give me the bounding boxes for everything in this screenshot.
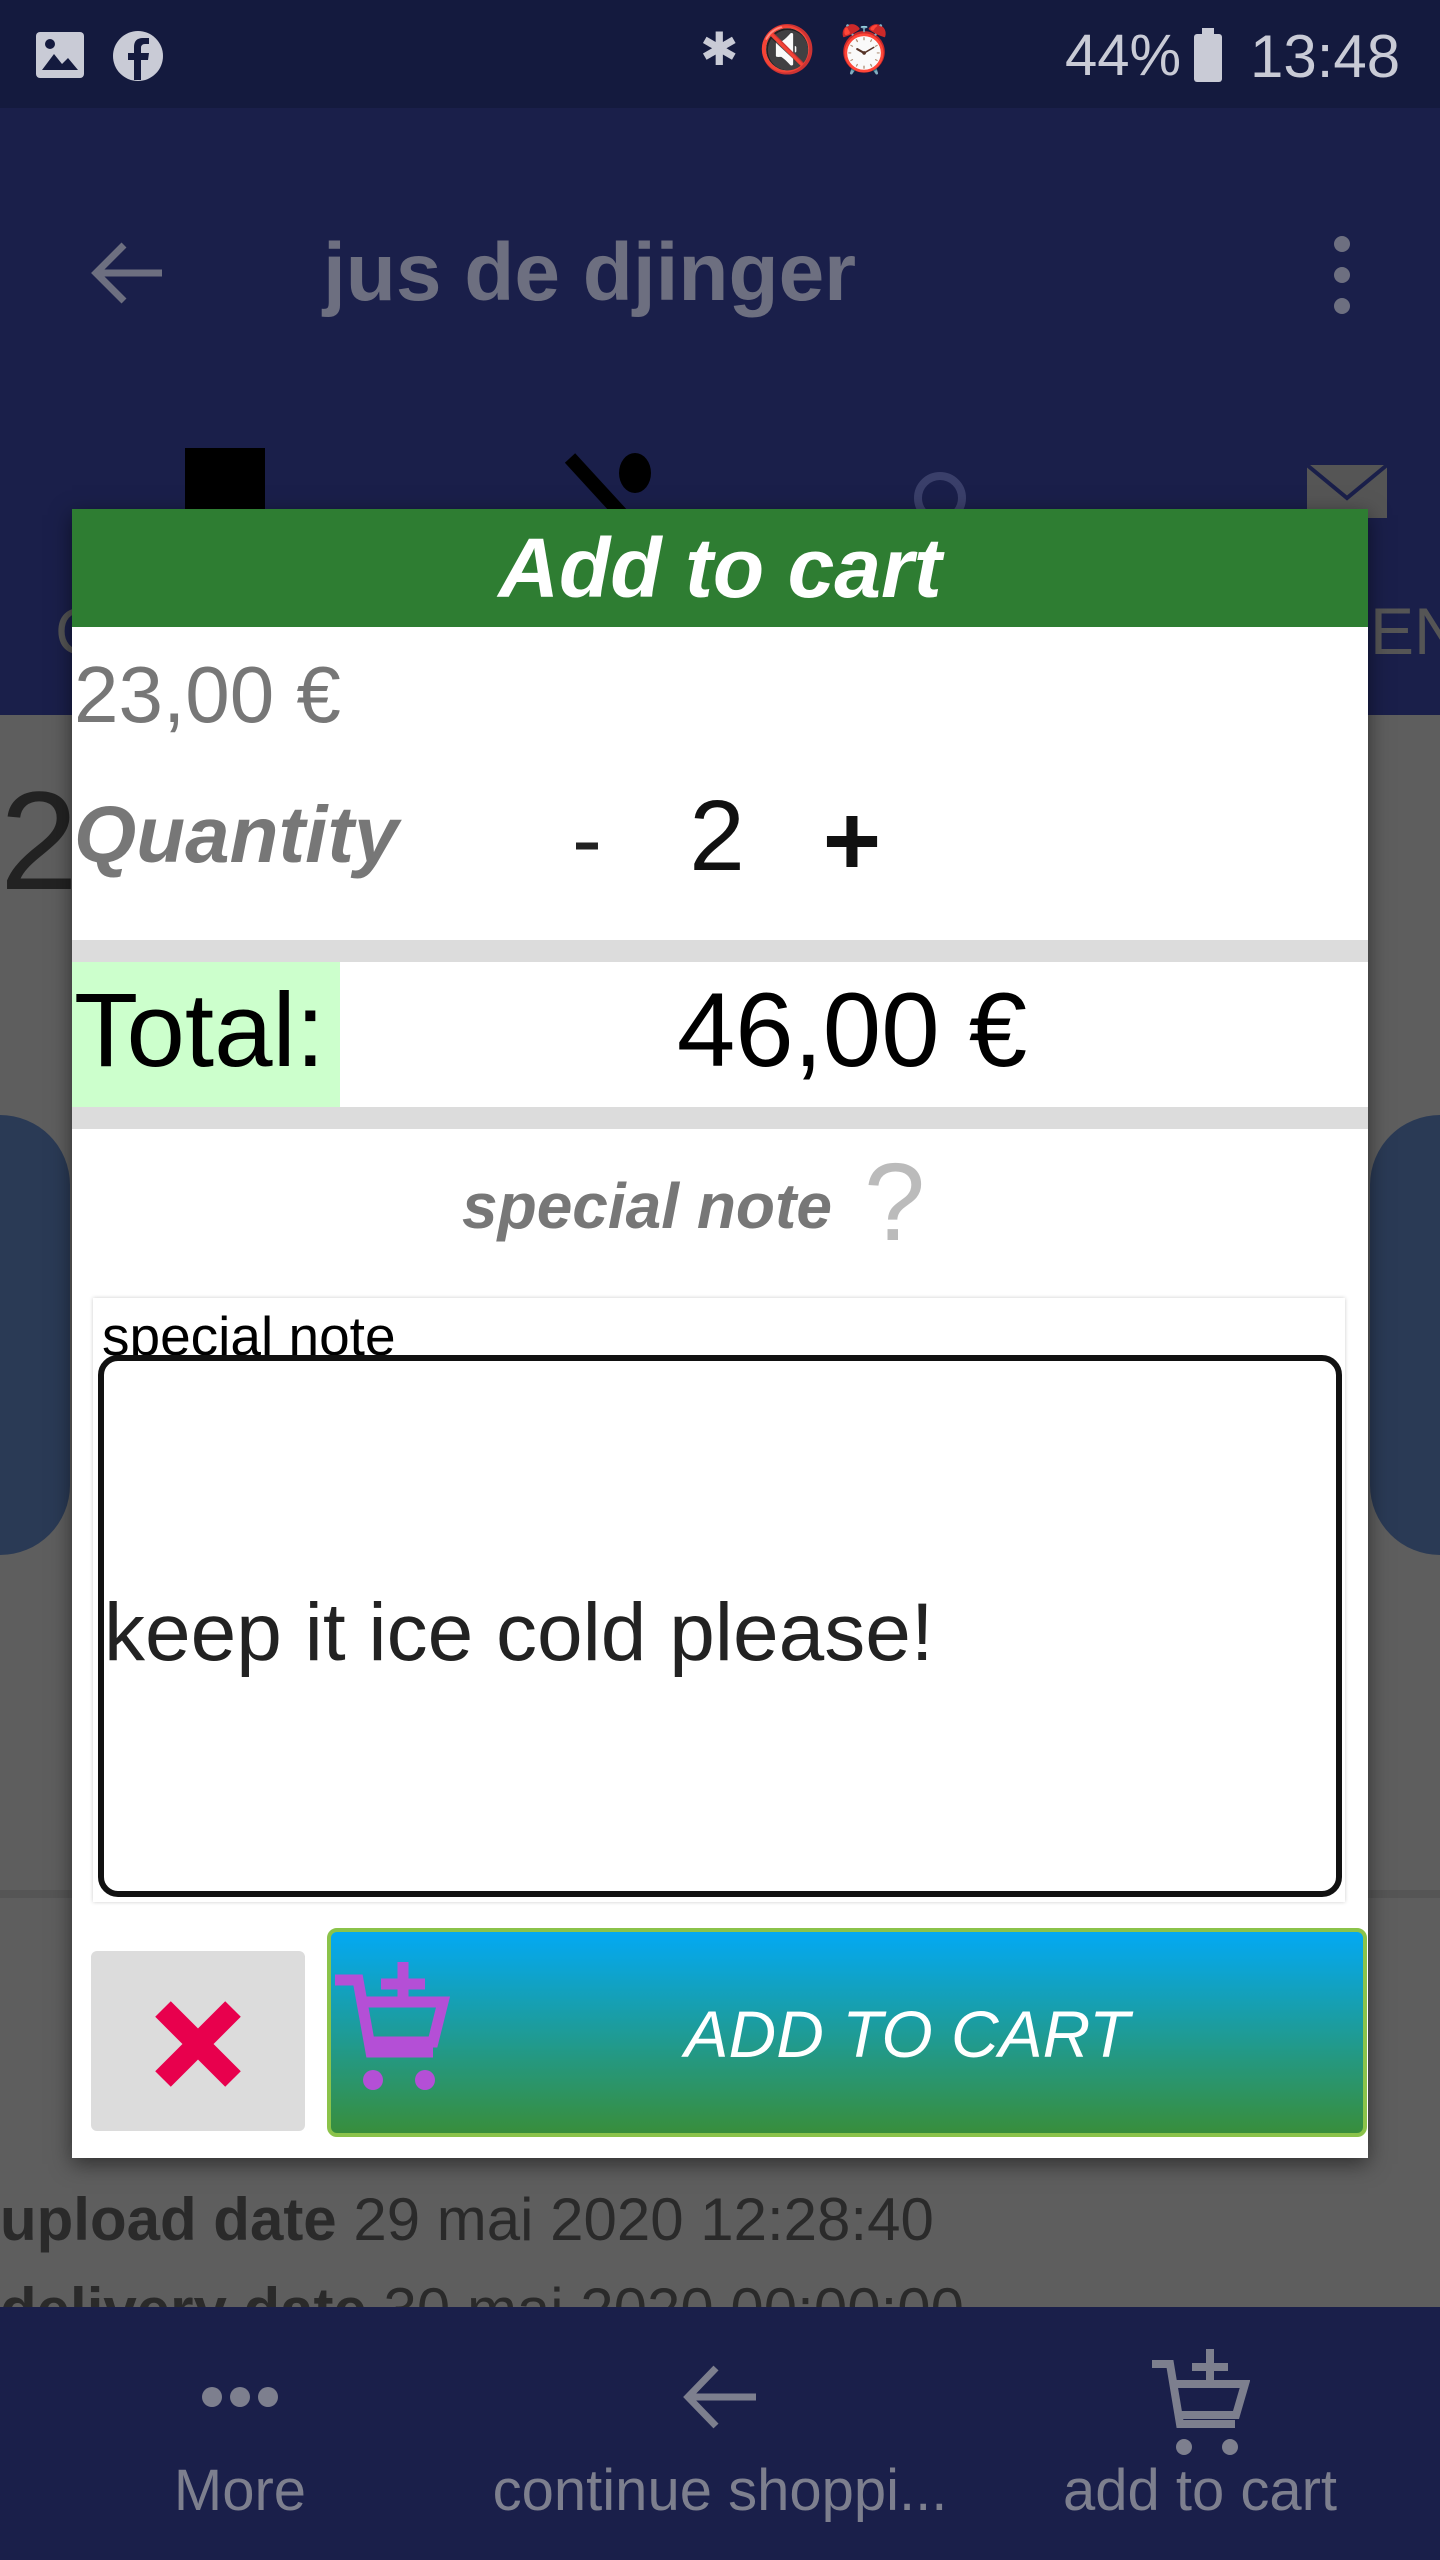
add-to-cart-label: ADD TO CART xyxy=(684,1997,1130,2071)
add-to-cart-button[interactable]: ADD TO CART xyxy=(327,1928,1367,2137)
help-question-icon[interactable]: ? xyxy=(864,1139,925,1266)
back-arrow-icon[interactable] xyxy=(88,233,168,313)
add-cart-icon xyxy=(1152,2349,1250,2455)
separator xyxy=(72,1107,1368,1129)
product-image-left xyxy=(0,1115,70,1555)
quantity-value: 2 xyxy=(689,780,745,892)
page-title: jus de djinger xyxy=(323,227,857,318)
arrow-back-icon xyxy=(683,2365,756,2429)
detail-row-upload: upload date 29 mai 2020 12:28:40 xyxy=(0,2185,934,2254)
note-input[interactable]: keep it ice cold please! xyxy=(98,1355,1342,1897)
nav-label: More xyxy=(173,2458,307,2523)
separator xyxy=(72,940,1368,962)
decrement-button[interactable]: - xyxy=(567,789,607,892)
more-dots-icon xyxy=(202,2387,278,2407)
note-input-value: keep it ice cold please! xyxy=(104,1587,934,1678)
nav-add-to-cart[interactable]: add to cart xyxy=(1000,2307,1400,2560)
status-icons: ✱🔇⏰ xyxy=(700,23,914,75)
gallery-icon xyxy=(36,32,84,78)
status-bar: ✱🔇⏰ 44% 13:48 xyxy=(0,0,1440,108)
quantity-label: Quantity xyxy=(74,790,399,879)
battery-icon xyxy=(1194,28,1222,82)
increment-button[interactable]: + xyxy=(817,784,887,899)
nav-continue-shopping[interactable]: continue shoppi... xyxy=(440,2307,1000,2560)
unit-price: 23,00 € xyxy=(74,650,341,739)
special-note-heading: special note xyxy=(462,1170,832,1242)
detail-label: upload date xyxy=(0,2186,337,2253)
overflow-menu-icon[interactable] xyxy=(1322,230,1362,320)
add-cart-icon xyxy=(335,1962,451,2090)
tab-label-fragment[interactable]: EN xyxy=(1370,593,1440,669)
tab-photo-icon[interactable] xyxy=(175,448,270,518)
clock: 13:48 xyxy=(1250,23,1401,90)
dialog-title: Add to cart xyxy=(72,509,1368,627)
detail-value: 29 mai 2020 12:28:40 xyxy=(353,2186,934,2253)
total-label: Total: xyxy=(74,972,325,1089)
nav-more[interactable]: More xyxy=(0,2307,480,2560)
big-digit: 2 xyxy=(0,762,78,919)
close-icon xyxy=(155,2001,241,2087)
product-image-right xyxy=(1370,1115,1440,1555)
bottom-nav: More continue shoppi... add to cart xyxy=(0,2307,1440,2560)
battery-percent: 44% xyxy=(1065,23,1182,88)
add-to-cart-dialog: Add to cart 23,00 € Quantity - 2 + Total… xyxy=(72,509,1368,2158)
total-value: 46,00 € xyxy=(676,972,1028,1089)
nav-label: continue shoppi... xyxy=(492,2458,948,2523)
facebook-icon xyxy=(113,31,163,81)
cancel-button[interactable] xyxy=(91,1951,305,2131)
nav-label: add to cart xyxy=(1062,2458,1338,2523)
